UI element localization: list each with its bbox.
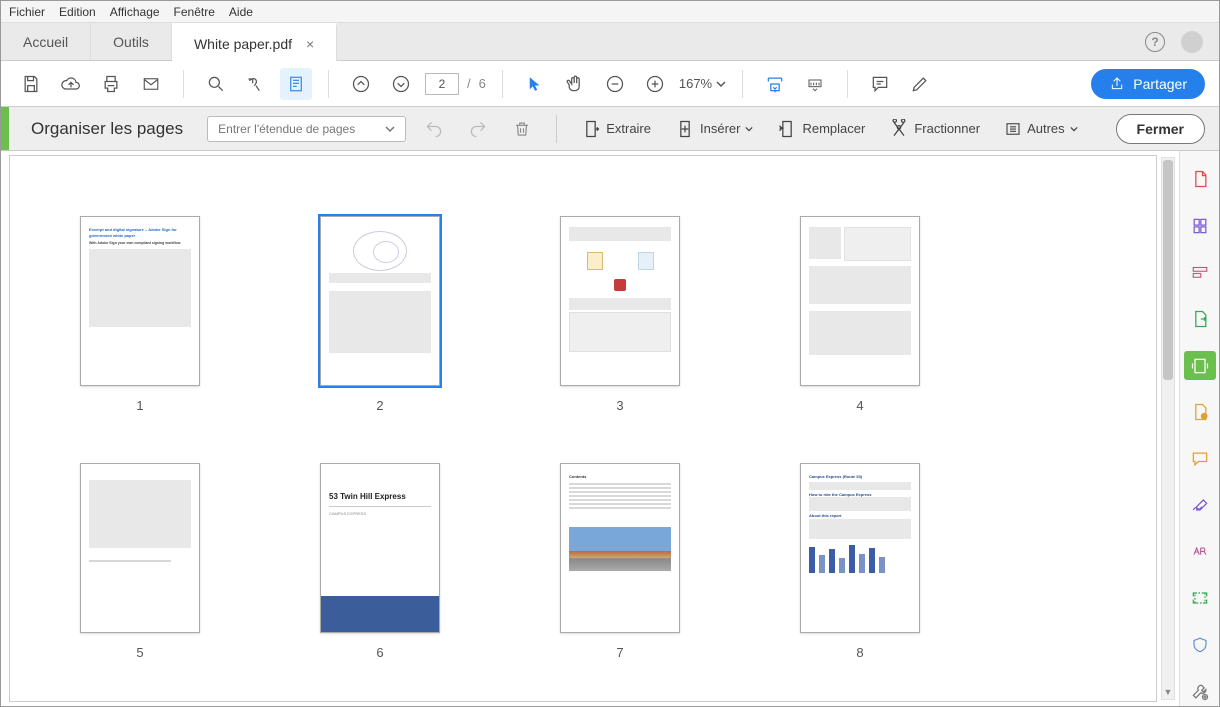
touch-mode-icon[interactable] [240,68,272,100]
content-area: Excerpt and digital signature – Adobe Si… [1,151,1219,706]
thumb-label: 5 [136,645,143,660]
menu-help[interactable]: Aide [229,5,253,19]
main-toolbar: 2 / 6 167% Partager [1,61,1219,107]
menu-window[interactable]: Fenêtre [174,5,215,19]
fit-width-icon[interactable] [759,68,791,100]
select-tool-icon[interactable] [519,68,551,100]
optimize-icon[interactable] [1184,584,1216,613]
hand-tool-icon[interactable] [559,68,591,100]
page-thumb-6[interactable]: 53 Twin Hill Express CAMPUS EXPRESS 6 [320,463,440,660]
split-button[interactable]: Fractionner [883,113,986,145]
thumbnail-scroll-area: Excerpt and digital signature – Adobe Si… [1,151,1179,706]
edit-pdf-icon[interactable] [1184,258,1216,287]
scroll-thumb[interactable] [1163,160,1173,380]
vertical-scrollbar[interactable]: ▲ ▼ [1161,157,1175,700]
combine-files-icon[interactable] [1184,212,1216,241]
close-organize-button[interactable]: Fermer [1116,114,1205,144]
more-tools-icon[interactable] [1184,677,1216,706]
organize-pages-toolbar: Organiser les pages Entrer l'étendue de … [1,107,1219,151]
comments-icon[interactable] [1184,444,1216,473]
total-pages: 6 [479,76,486,91]
page-display-icon[interactable] [280,68,312,100]
highlight-icon[interactable] [904,68,936,100]
next-page-icon[interactable] [385,68,417,100]
thumb-label: 3 [616,398,623,413]
create-pdf-icon[interactable] [1184,165,1216,194]
thumb-label: 7 [616,645,623,660]
tab-document[interactable]: White paper.pdf × [172,23,337,61]
page-thumb-5[interactable]: 5 [80,463,200,660]
scroll-down-icon[interactable]: ▼ [1162,687,1174,699]
zoom-in-icon[interactable] [639,68,671,100]
thumb-label: 8 [856,645,863,660]
user-avatar[interactable] [1181,31,1203,53]
prev-page-icon[interactable] [345,68,377,100]
tab-tools[interactable]: Outils [91,23,172,60]
extract-button[interactable]: Extraire [575,113,657,145]
right-tool-rail [1179,151,1219,706]
save-icon[interactable] [15,68,47,100]
fill-sign-icon[interactable] [1184,491,1216,520]
menu-file[interactable]: Fichier [9,5,45,19]
page-thumb-1[interactable]: Excerpt and digital signature – Adobe Si… [80,216,200,413]
more-button[interactable]: Autres [998,113,1084,145]
redact-icon[interactable] [1184,538,1216,567]
read-mode-icon[interactable] [799,68,831,100]
delete-icon[interactable] [506,113,538,145]
accent-strip [1,107,9,150]
page-thumb-4[interactable]: 4 [800,216,920,413]
menu-edit[interactable]: Edition [59,5,96,19]
page-range-dropdown[interactable]: Entrer l'étendue de pages [207,116,406,142]
comment-icon[interactable] [864,68,896,100]
thumbnail-viewport[interactable]: Excerpt and digital signature – Adobe Si… [9,155,1157,702]
insert-button[interactable]: Insérer [669,113,759,145]
export-pdf-icon[interactable] [1184,305,1216,334]
close-tab-icon[interactable]: × [306,36,314,52]
thumb-label: 4 [856,398,863,413]
page-number-input[interactable]: 2 [425,73,459,95]
menu-bar: Fichier Edition Affichage Fenêtre Aide [1,1,1219,23]
mail-icon[interactable] [135,68,167,100]
tab-home[interactable]: Accueil [1,23,91,60]
thumb-label: 6 [376,645,383,660]
send-for-comments-icon[interactable] [1184,398,1216,427]
print-icon[interactable] [95,68,127,100]
thumb-label: 2 [376,398,383,413]
zoom-dropdown[interactable]: 167% [679,76,726,91]
help-icon[interactable]: ? [1145,32,1165,52]
menu-view[interactable]: Affichage [110,5,160,19]
redo-icon[interactable] [462,113,494,145]
cloud-upload-icon[interactable] [55,68,87,100]
undo-icon[interactable] [418,113,450,145]
tab-bar: Accueil Outils White paper.pdf × ? [1,23,1219,61]
replace-button[interactable]: Remplacer [771,113,871,145]
organize-title: Organiser les pages [21,119,183,139]
zoom-out-icon[interactable] [599,68,631,100]
page-thumb-2[interactable]: 2 [320,216,440,413]
protect-icon[interactable] [1184,631,1216,660]
page-sep: / [467,76,471,91]
page-thumb-8[interactable]: Campus Express (Route 53) How to ride th… [800,463,920,660]
page-thumb-3[interactable]: 3 [560,216,680,413]
search-icon[interactable] [200,68,232,100]
share-button[interactable]: Partager [1091,69,1205,99]
thumb-label: 1 [136,398,143,413]
page-thumb-7[interactable]: Contents 7 [560,463,680,660]
organize-pages-icon[interactable] [1184,351,1216,380]
